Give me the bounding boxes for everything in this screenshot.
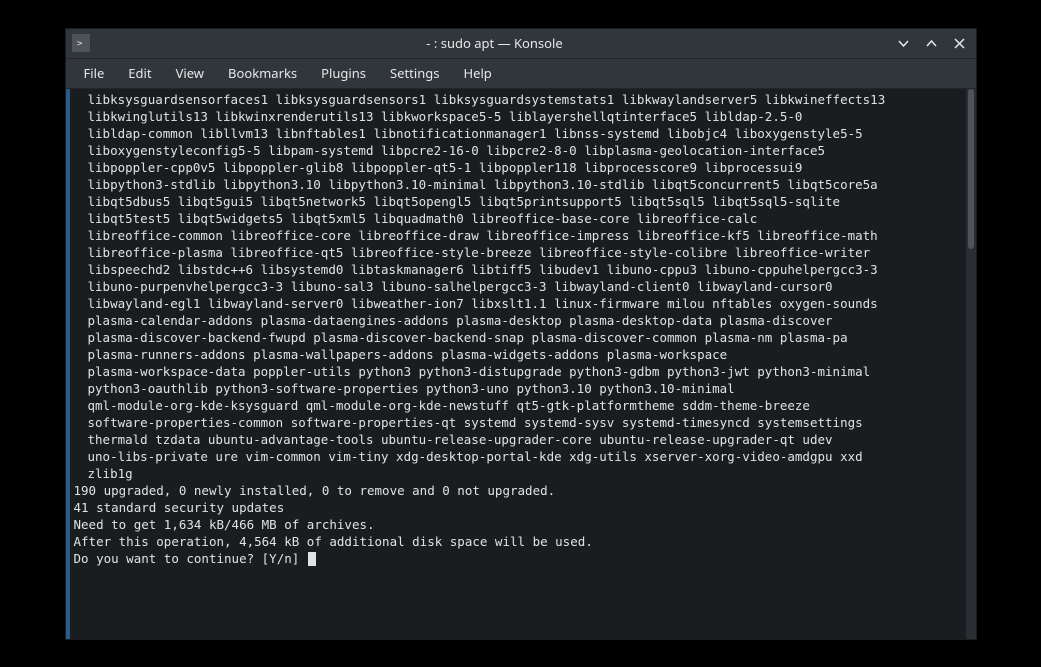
terminal-output-line: zlib1g bbox=[74, 465, 962, 482]
terminal-output-line: libkwinglutils13 libkwinxrenderutils13 l… bbox=[74, 108, 962, 125]
terminal-output-line: libksysguardsensorfaces1 libksysguardsen… bbox=[74, 91, 962, 108]
terminal-output-line: libpython3-stdlib libpython3.10 libpytho… bbox=[74, 176, 962, 193]
terminal-output-line: libqt5test5 libqt5widgets5 libqt5xml5 li… bbox=[74, 210, 962, 227]
menu-help[interactable]: Help bbox=[453, 60, 501, 86]
menu-plugins[interactable]: Plugins bbox=[311, 60, 376, 86]
terminal-output-line: thermald tzdata ubuntu-advantage-tools u… bbox=[74, 431, 962, 448]
close-button[interactable] bbox=[950, 33, 970, 53]
svg-text:>: > bbox=[77, 39, 83, 49]
terminal-output-line: plasma-runners-addons plasma-wallpapers-… bbox=[74, 346, 962, 363]
terminal-output-line: libuno-purpenvhelpergcc3-3 libuno-sal3 l… bbox=[74, 278, 962, 295]
titlebar: > - : sudo apt — Konsole bbox=[66, 29, 976, 59]
terminal-output-line: After this operation, 4,564 kB of additi… bbox=[74, 533, 962, 550]
terminal-output-line: libspeechd2 libstdc++6 libsystemd0 libta… bbox=[74, 261, 962, 278]
konsole-window: > - : sudo apt — Konsole File Edit View … bbox=[66, 29, 976, 639]
terminal-output-line: plasma-calendar-addons plasma-dataengine… bbox=[74, 312, 962, 329]
chevron-up-icon bbox=[925, 37, 938, 50]
terminal-output-line: 41 standard security updates bbox=[74, 499, 962, 516]
app-icon: > bbox=[72, 34, 90, 52]
window-controls bbox=[894, 33, 970, 53]
terminal-output-line: liboxygenstyleconfig5-5 libpam-systemd l… bbox=[74, 142, 962, 159]
terminal-output-line: 190 upgraded, 0 newly installed, 0 to re… bbox=[74, 482, 962, 499]
terminal-output-line: libreoffice-plasma libreoffice-qt5 libre… bbox=[74, 244, 962, 261]
terminal-output-line: libqt5dbus5 libqt5gui5 libqt5network5 li… bbox=[74, 193, 962, 210]
close-icon bbox=[953, 37, 966, 50]
menu-bookmarks[interactable]: Bookmarks bbox=[218, 60, 307, 86]
terminal-cursor bbox=[308, 552, 316, 566]
terminal-output-line: uno-libs-private ure vim-common vim-tiny… bbox=[74, 448, 962, 465]
menu-settings[interactable]: Settings bbox=[380, 60, 449, 86]
menu-view[interactable]: View bbox=[166, 60, 214, 86]
minimize-button[interactable] bbox=[894, 33, 914, 53]
scrollbar[interactable] bbox=[966, 89, 976, 639]
window-title: - : sudo apt — Konsole bbox=[96, 34, 894, 52]
terminal-prompt-text: Do you want to continue? [Y/n] bbox=[74, 551, 307, 566]
terminal-output-line: plasma-workspace-data poppler-utils pyth… bbox=[74, 363, 962, 380]
terminal-prompt-line: Do you want to continue? [Y/n] bbox=[74, 550, 962, 567]
terminal-area: libksysguardsensorfaces1 libksysguardsen… bbox=[66, 89, 976, 639]
terminal-output-line: software-properties-common software-prop… bbox=[74, 414, 962, 431]
menubar: File Edit View Bookmarks Plugins Setting… bbox=[66, 59, 976, 89]
terminal-output-line: python3-oauthlib python3-software-proper… bbox=[74, 380, 962, 397]
terminal-output-line: libpoppler-cpp0v5 libpoppler-glib8 libpo… bbox=[74, 159, 962, 176]
terminal-output-line: libreoffice-common libreoffice-core libr… bbox=[74, 227, 962, 244]
menu-edit[interactable]: Edit bbox=[118, 60, 161, 86]
scrollbar-thumb[interactable] bbox=[968, 89, 974, 249]
terminal-output-line: libldap-common libllvm13 libnftables1 li… bbox=[74, 125, 962, 142]
terminal-output-line: libwayland-egl1 libwayland-server0 libwe… bbox=[74, 295, 962, 312]
chevron-down-icon bbox=[897, 37, 910, 50]
menu-file[interactable]: File bbox=[74, 60, 115, 86]
terminal-output-line: qml-module-org-kde-ksysguard qml-module-… bbox=[74, 397, 962, 414]
maximize-button[interactable] bbox=[922, 33, 942, 53]
terminal[interactable]: libksysguardsensorfaces1 libksysguardsen… bbox=[70, 89, 966, 639]
terminal-output-line: plasma-discover-backend-fwupd plasma-dis… bbox=[74, 329, 962, 346]
terminal-output-line: Need to get 1,634 kB/466 MB of archives. bbox=[74, 516, 962, 533]
